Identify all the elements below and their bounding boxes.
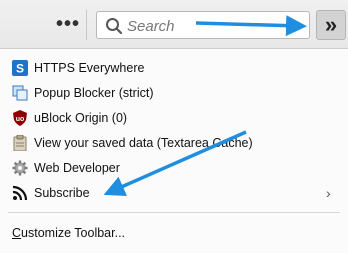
menu-item-label: View your saved data (Textarea Cache)	[34, 136, 253, 150]
menu-item-web-developer[interactable]: Web Developer	[0, 156, 348, 180]
toolbar-separator	[86, 10, 87, 40]
rss-icon	[12, 185, 28, 201]
access-key-letter: C	[12, 226, 22, 240]
menu-item-popup-blocker[interactable]: Popup Blocker (strict)	[0, 81, 348, 105]
menu-item-label: Popup Blocker (strict)	[34, 86, 154, 100]
overflow-panel: S HTTPS Everywhere Popup Blocker (strict…	[0, 49, 348, 253]
menu-item-https-everywhere[interactable]: S HTTPS Everywhere	[0, 56, 348, 80]
chevron-right-icon: ›	[326, 185, 331, 201]
page-actions-button[interactable]: •••	[56, 14, 80, 34]
gear-icon	[12, 160, 28, 176]
search-icon	[106, 18, 123, 35]
popup-blocker-icon	[12, 85, 28, 101]
menu-divider	[8, 212, 340, 213]
search-input[interactable]	[125, 16, 299, 36]
textarea-cache-icon	[13, 135, 27, 151]
menu-item-textarea-cache[interactable]: View your saved data (Textarea Cache)	[0, 131, 348, 155]
overflow-menu-button[interactable]: »	[316, 10, 346, 40]
svg-text:uo: uo	[16, 116, 25, 123]
menu-item-label: Web Developer	[34, 161, 120, 175]
nav-toolbar: ••• »	[0, 0, 348, 49]
menu-item-subscribe[interactable]: Subscribe ›	[0, 181, 348, 205]
https-everywhere-icon: S	[12, 60, 28, 76]
customize-label: ustomize Toolbar...	[21, 226, 126, 240]
menu-item-label: uBlock Origin (0)	[34, 111, 128, 125]
search-box[interactable]	[96, 11, 310, 39]
menu-item-label: HTTPS Everywhere	[34, 61, 145, 75]
ublock-origin-icon: uo	[13, 110, 27, 126]
menu-item-label: Subscribe	[34, 186, 90, 200]
svg-text:S: S	[16, 62, 24, 76]
menu-item-ublock-origin[interactable]: uo uBlock Origin (0)	[0, 106, 348, 130]
customize-toolbar-button[interactable]: Customize Toolbar...	[12, 226, 125, 240]
